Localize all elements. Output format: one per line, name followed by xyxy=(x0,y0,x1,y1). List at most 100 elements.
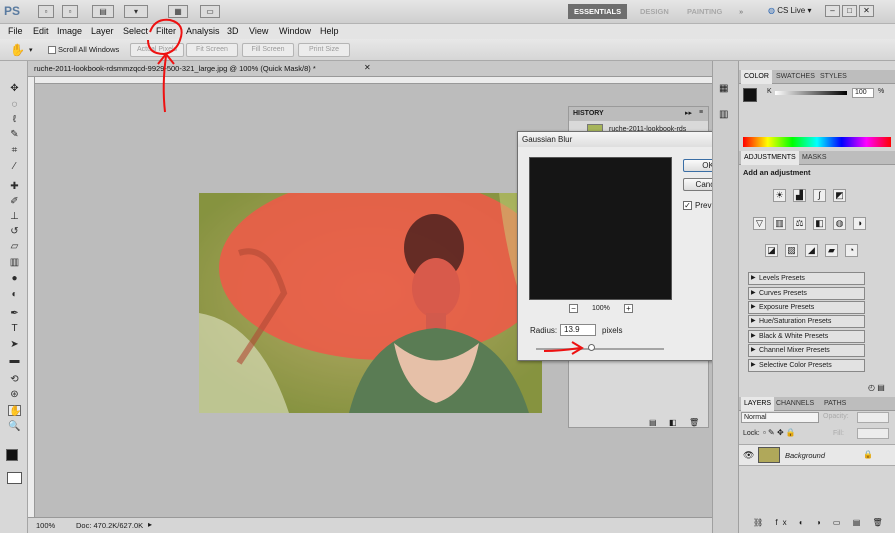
workspace-design[interactable]: DESIGN xyxy=(634,4,675,19)
delete-state-icon[interactable]: 🗑 xyxy=(689,418,699,427)
menu-image[interactable]: Image xyxy=(57,25,82,38)
bridge-icon[interactable]: ▫ xyxy=(38,5,54,18)
threshold-icon[interactable]: ◢ xyxy=(805,244,818,257)
black-white-icon[interactable]: ◧ xyxy=(813,217,826,230)
tab-layers[interactable]: LAYERS xyxy=(741,397,775,411)
levels-icon[interactable]: ▟ xyxy=(793,189,806,202)
tab-swatches[interactable]: SWATCHES xyxy=(773,70,818,84)
layer-row-background[interactable]: 👁 Background 🔒 xyxy=(739,444,895,466)
blur-preview-window[interactable] xyxy=(529,157,672,300)
crop-tool-icon[interactable]: ⌗ xyxy=(8,145,21,156)
hand-tool-icon[interactable]: ✋ xyxy=(10,43,25,57)
gradient-map-icon[interactable]: ▰ xyxy=(825,244,838,257)
zoom-tool-icon[interactable]: 🔍 xyxy=(8,421,21,432)
workspace-essentials[interactable]: ESSENTIALS xyxy=(568,4,628,19)
selective-color-presets[interactable]: Selective Color Presets xyxy=(748,359,865,372)
menu-analysis[interactable]: Analysis xyxy=(186,25,220,38)
k-channel-slider[interactable] xyxy=(775,91,847,95)
panel-menu-icon[interactable]: ≡ xyxy=(699,109,703,116)
maximize-icon[interactable]: □ xyxy=(842,5,857,17)
horizontal-ruler[interactable] xyxy=(34,77,712,84)
path-selection-tool-icon[interactable]: ➤ xyxy=(8,339,21,350)
move-tool-icon[interactable]: ✥ xyxy=(8,83,21,94)
brushes-panel-icon[interactable]: ▥ xyxy=(719,109,728,120)
curves-presets[interactable]: Curves Presets xyxy=(748,287,865,300)
levels-presets[interactable]: Levels Presets xyxy=(748,272,865,285)
minimize-icon[interactable]: – xyxy=(825,5,840,17)
gradient-tool-icon[interactable]: ▥ xyxy=(8,257,21,268)
photo-filter-icon[interactable]: ◍ xyxy=(833,217,846,230)
view-extras-icon[interactable]: ▤ xyxy=(92,5,114,18)
lasso-tool-icon[interactable]: ℓ xyxy=(8,114,21,125)
cs-live-menu[interactable]: ◍ CS Live ▾ xyxy=(768,6,811,15)
layer-name[interactable]: Background xyxy=(785,451,825,460)
status-menu-icon[interactable]: ▸ xyxy=(148,520,152,529)
eraser-tool-icon[interactable]: ▱ xyxy=(8,241,21,252)
fit-screen-button[interactable]: Fit Screen xyxy=(186,43,238,57)
tool-preset-dropdown[interactable]: ▾ xyxy=(29,46,33,54)
tab-styles[interactable]: STYLES xyxy=(817,70,850,84)
invert-icon[interactable]: ◪ xyxy=(765,244,778,257)
close-icon[interactable]: ✕ xyxy=(859,5,874,17)
zoom-in-icon[interactable]: + xyxy=(624,304,633,313)
blend-mode-select[interactable]: Normal xyxy=(741,412,819,423)
document-image[interactable] xyxy=(199,193,542,413)
quick-selection-tool-icon[interactable]: ✎ xyxy=(8,129,21,140)
tab-color[interactable]: COLOR xyxy=(741,70,772,84)
opacity-field[interactable] xyxy=(857,412,889,423)
shape-tool-icon[interactable]: ▬ xyxy=(8,355,21,366)
radius-slider-track[interactable] xyxy=(536,348,664,350)
histogram-panel-icon[interactable]: ▦ xyxy=(719,83,728,94)
dodge-tool-icon[interactable]: ◐ xyxy=(8,289,21,300)
fill-screen-button[interactable]: Fill Screen xyxy=(242,43,294,57)
eyedropper-tool-icon[interactable]: ⁄ xyxy=(8,161,21,172)
zoom-out-icon[interactable]: − xyxy=(569,304,578,313)
k-value-field[interactable]: 100 xyxy=(852,88,874,98)
3d-rotate-tool-icon[interactable]: ⟲ xyxy=(8,374,21,385)
print-size-button[interactable]: Print Size xyxy=(298,43,350,57)
collapse-panel-icon[interactable]: ▸▸ xyxy=(685,109,692,117)
zoom-level-icon[interactable]: ▾ xyxy=(124,5,148,18)
hue-saturation-icon[interactable]: ▥ xyxy=(773,217,786,230)
fill-field[interactable] xyxy=(857,428,889,439)
color-balance-icon[interactable]: ⚖ xyxy=(793,217,806,230)
scroll-all-checkbox[interactable] xyxy=(48,46,56,54)
pen-tool-icon[interactable]: ✒ xyxy=(8,308,21,319)
menu-help[interactable]: Help xyxy=(320,25,339,38)
channel-mixer-icon[interactable]: ◑ xyxy=(853,217,866,230)
screen-mode-icon[interactable]: ▭ xyxy=(200,5,220,18)
type-tool-icon[interactable]: T xyxy=(8,323,21,334)
healing-brush-tool-icon[interactable]: ✚ xyxy=(8,181,21,192)
layer-visibility-eye-icon[interactable]: 👁 xyxy=(743,450,754,461)
hand-tool-active-icon[interactable]: ✋ xyxy=(8,405,21,417)
history-brush-tool-icon[interactable]: ↺ xyxy=(8,226,21,237)
layers-footer-icons[interactable]: ⛓ fx ◐ ◑ ▭ ▤ 🗑 xyxy=(753,518,888,527)
exposure-presets[interactable]: Exposure Presets xyxy=(748,301,865,314)
menu-view[interactable]: View xyxy=(249,25,268,38)
arrange-documents-icon[interactable]: ▦ xyxy=(168,5,188,18)
brush-tool-icon[interactable]: ✐ xyxy=(8,196,21,207)
workspace-painting[interactable]: PAINTING xyxy=(681,4,728,19)
clone-stamp-tool-icon[interactable]: ⊥ xyxy=(8,211,21,222)
tab-paths[interactable]: PATHS xyxy=(821,397,849,411)
menu-edit[interactable]: Edit xyxy=(33,25,49,38)
posterize-icon[interactable]: ▨ xyxy=(785,244,798,257)
document-tab[interactable]: ruche-2011-lookbook-rdsmmzqcd-9929-500-3… xyxy=(28,61,712,77)
mini-bridge-icon[interactable]: ▫ xyxy=(62,5,78,18)
preview-checkbox[interactable]: ✓ xyxy=(683,201,692,210)
menu-window[interactable]: Window xyxy=(279,25,311,38)
vertical-ruler[interactable] xyxy=(28,77,35,517)
document-close-icon[interactable]: ✕ xyxy=(364,63,371,72)
selective-color-icon[interactable]: ◔ xyxy=(845,244,858,257)
menu-layer[interactable]: Layer xyxy=(91,25,114,38)
quick-mask-mode-icon[interactable] xyxy=(7,472,22,484)
color-spectrum-bar[interactable] xyxy=(743,137,891,147)
foreground-color-swatch[interactable] xyxy=(6,449,18,461)
more-workspaces-icon[interactable]: » xyxy=(733,4,749,19)
hue-saturation-presets[interactable]: Hue/Saturation Presets xyxy=(748,315,865,328)
history-tab[interactable]: HISTORY xyxy=(573,110,604,117)
color-foreground-swatch[interactable] xyxy=(743,88,757,102)
vibrance-icon[interactable]: ▽ xyxy=(753,217,766,230)
lock-options-icons[interactable]: ▫ ✎ ✥ 🔒 xyxy=(763,428,796,437)
radius-slider-thumb[interactable] xyxy=(588,344,595,351)
